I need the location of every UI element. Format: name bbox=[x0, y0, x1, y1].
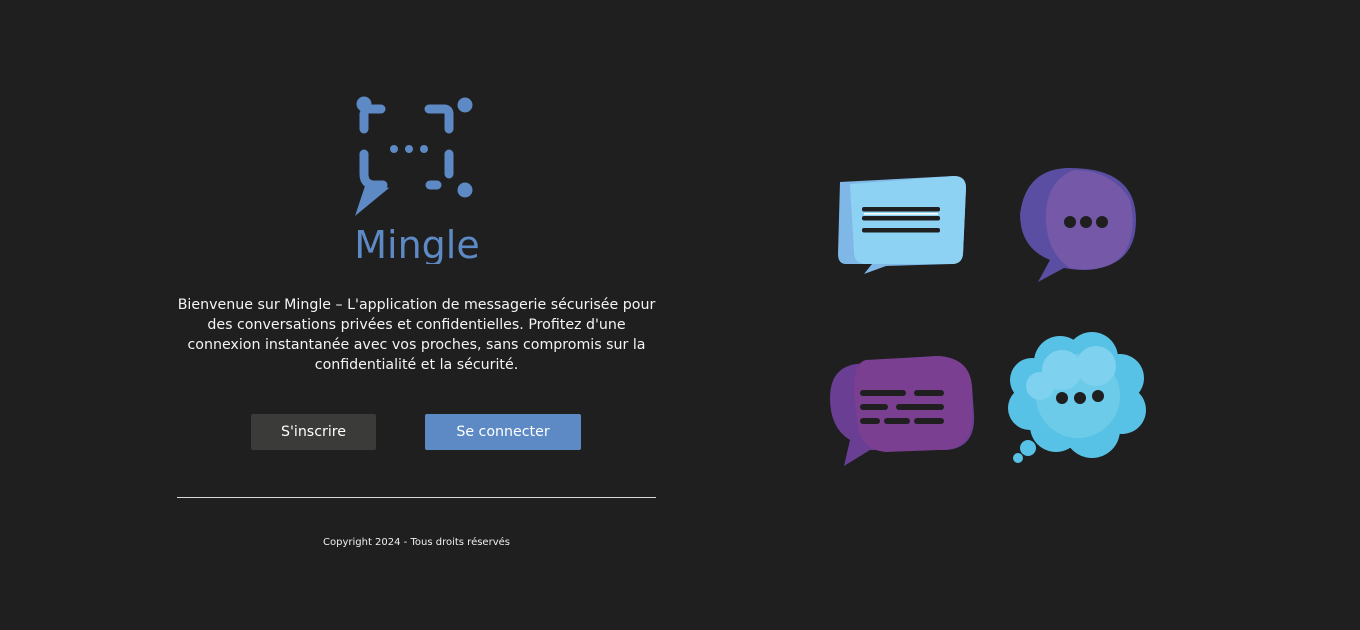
svg-text:Mingle: Mingle bbox=[354, 223, 480, 264]
welcome-panel: Bienvenue sur Mingle – L'application de … bbox=[177, 0, 656, 630]
chat-illustration bbox=[826, 164, 1150, 470]
footer-divider bbox=[177, 497, 656, 498]
thought-cloud-dots-icon bbox=[1008, 332, 1146, 463]
welcome-page: Bienvenue sur Mingle – L'application de … bbox=[0, 0, 1360, 630]
brand-wordmark: Mingle bbox=[337, 222, 497, 267]
copyright-text: Copyright 2024 - Tous droits réservés bbox=[323, 537, 510, 548]
register-button[interactable]: S'inscrire bbox=[251, 414, 376, 450]
chat-bubble-text-icon bbox=[830, 356, 975, 466]
chat-bubble-lines-icon bbox=[838, 176, 966, 274]
welcome-text: Bienvenue sur Mingle – L'application de … bbox=[177, 297, 656, 373]
chat-bubble-dots-icon bbox=[1020, 168, 1136, 282]
login-button[interactable]: Se connecter bbox=[425, 414, 581, 450]
